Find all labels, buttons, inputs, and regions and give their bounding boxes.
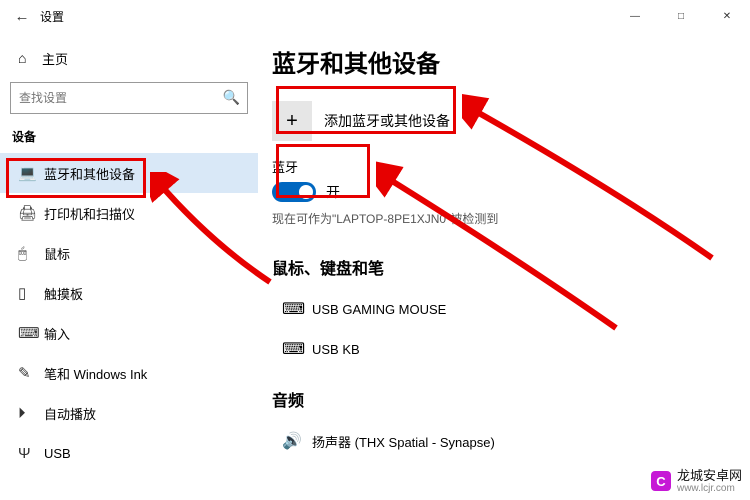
sidebar-item-label: 蓝牙和其他设备 (44, 164, 135, 183)
watermark-line1: 龙城安卓网 (677, 469, 742, 483)
maximize-button[interactable]: □ (658, 0, 704, 32)
keyboard-icon: ⌨ (282, 299, 312, 319)
mouse-icon: 🖱 (18, 245, 44, 262)
plus-icon: + (272, 101, 312, 141)
search-box[interactable]: 🔍 (10, 82, 248, 114)
sidebar-item-typing[interactable]: ⌨ 输入 (0, 313, 258, 353)
bluetooth-toggle[interactable] (272, 182, 316, 202)
bluetooth-toggle-state: 开 (326, 182, 340, 202)
sidebar-item-autoplay[interactable]: ⏵ 自动播放 (0, 393, 258, 433)
home-label: 主页 (42, 49, 68, 68)
device-row[interactable]: 🔊 扬声器 (THX Spatial - Synapse) (272, 421, 722, 461)
mouse-keyboard-pen-heading: 鼠标、键盘和笔 (272, 255, 722, 279)
device-row[interactable]: ⌨ USB GAMING MOUSE (272, 289, 722, 329)
sidebar-item-bluetooth[interactable]: 💻 蓝牙和其他设备 (0, 153, 258, 193)
keyboard-icon: ⌨ (282, 339, 312, 359)
autoplay-icon: ⏵ (18, 405, 44, 422)
usb-icon: Ψ (18, 445, 44, 462)
pen-icon: ✎ (18, 364, 44, 382)
discoverable-text: 现在可作为"LAPTOP-8PE1XJN0"被检测到 (272, 210, 722, 227)
content-pane: 蓝牙和其他设备 + 添加蓝牙或其他设备 蓝牙 开 现在可作为"LAPTOP-8P… (258, 32, 750, 500)
speaker-icon: 🔊 (282, 431, 312, 451)
bluetooth-section-label: 蓝牙 (272, 157, 722, 176)
sidebar-item-label: 输入 (44, 324, 70, 343)
device-name: USB GAMING MOUSE (312, 302, 446, 317)
close-button[interactable]: ✕ (704, 0, 750, 32)
sidebar-item-usb[interactable]: Ψ USB (0, 433, 258, 473)
watermark-line2: www.lcjr.com (677, 483, 742, 494)
sidebar-item-label: 打印机和扫描仪 (44, 204, 135, 223)
device-name: USB KB (312, 342, 360, 357)
printer-icon: 🖨 (18, 204, 44, 222)
watermark-logo-icon: C (651, 471, 671, 491)
section-label: 设备 (10, 128, 248, 153)
sidebar-item-printers[interactable]: 🖨 打印机和扫描仪 (0, 193, 258, 233)
sidebar-item-label: 鼠标 (44, 244, 70, 263)
sidebar-item-touchpad[interactable]: ▯ 触摸板 (0, 273, 258, 313)
minimize-button[interactable]: — (612, 0, 658, 32)
page-title: 蓝牙和其他设备 (272, 44, 722, 79)
back-button[interactable]: ← (8, 8, 36, 25)
touchpad-icon: ▯ (18, 284, 44, 302)
device-row[interactable]: ⌨ USB KB (272, 329, 722, 369)
search-input[interactable] (10, 82, 248, 114)
home-link[interactable]: ⌂ 主页 (10, 40, 248, 76)
window-title: 设置 (40, 8, 64, 25)
sidebar-item-pen[interactable]: ✎ 笔和 Windows Ink (0, 353, 258, 393)
watermark: C 龙城安卓网 www.lcjr.com (651, 469, 742, 494)
sidebar-item-label: 笔和 Windows Ink (44, 364, 147, 383)
audio-heading: 音频 (272, 387, 722, 411)
sidebar-item-label: 触摸板 (44, 284, 83, 303)
sidebar-item-label: 自动播放 (44, 404, 96, 423)
keyboard-icon: ⌨ (18, 324, 44, 342)
sidebar-item-mouse[interactable]: 🖱 鼠标 (0, 233, 258, 273)
add-device-button[interactable]: + 添加蓝牙或其他设备 (272, 101, 722, 141)
add-device-label: 添加蓝牙或其他设备 (324, 111, 450, 131)
bluetooth-devices-icon: 💻 (18, 164, 44, 182)
home-icon: ⌂ (18, 50, 42, 66)
sidebar: ⌂ 主页 🔍 设备 💻 蓝牙和其他设备 🖨 打印机和扫描仪 🖱 (0, 32, 258, 500)
device-name: 扬声器 (THX Spatial - Synapse) (312, 432, 495, 451)
sidebar-item-label: USB (44, 446, 71, 461)
